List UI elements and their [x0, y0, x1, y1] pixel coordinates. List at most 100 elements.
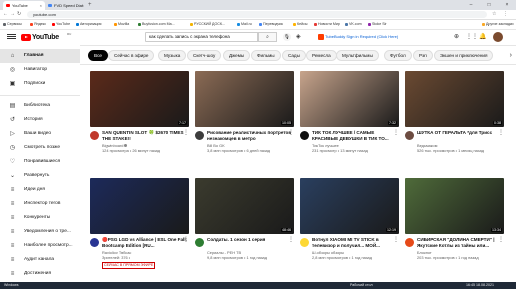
- search-button[interactable]: ⌕: [258, 32, 277, 42]
- sidebar-item-playlist[interactable]: ≡ Достижения: [0, 267, 80, 281]
- channel-avatar[interactable]: [90, 238, 99, 247]
- chip[interactable]: Сейчас в эфире: [108, 50, 155, 61]
- sidebar-item-playlist[interactable]: ≡ Конкуренты: [0, 211, 80, 225]
- chip[interactable]: Футбол: [384, 50, 412, 61]
- video-title[interactable]: Солдаты. 1 сезон 1 серия: [207, 237, 293, 243]
- chip[interactable]: Сады: [282, 50, 306, 61]
- video-title[interactable]: ШУТКА ОТ ГЕРАЛЬТА *для Трисс: [417, 130, 503, 136]
- video-thumbnail[interactable]: 10:05: [195, 71, 294, 127]
- bookmark-item[interactable]: Новости Мир: [314, 21, 340, 28]
- sidebar-item-playlist[interactable]: ≡ Инспектор тегов: [0, 197, 80, 211]
- bookmark-item[interactable]: Mail.ru: [237, 21, 252, 28]
- chevron-right-icon[interactable]: ›: [510, 50, 512, 61]
- channel-avatar[interactable]: [90, 131, 99, 140]
- video-card[interactable]: 7:17 SAN QUENTIN SLOT 🍀 $2670 TIMES THE …: [90, 71, 189, 179]
- chip[interactable]: Музыка: [158, 50, 187, 61]
- close-tab-icon[interactable]: ×: [82, 1, 84, 10]
- more-options-icon[interactable]: ⋮: [393, 130, 399, 136]
- minimize-window-icon[interactable]: –: [462, 0, 480, 10]
- sidebar-item-subscriptions[interactable]: ▣ Подписки: [0, 77, 80, 91]
- browser-tab-youtube[interactable]: YouTube ×: [3, 1, 45, 10]
- channel-avatar[interactable]: [300, 238, 309, 247]
- more-options-icon[interactable]: ⋮: [288, 130, 294, 136]
- more-options-icon[interactable]: ⋮: [288, 237, 294, 243]
- sidebar-item-library[interactable]: ▤ Библиотека: [0, 99, 80, 113]
- chip[interactable]: Экшен и приключения: [434, 50, 494, 61]
- bookmark-item[interactable]: Stoke Sir: [368, 21, 387, 28]
- bookmark-item[interactable]: Авторизация: [76, 21, 102, 28]
- more-options-icon[interactable]: ⋮: [498, 130, 504, 136]
- video-card[interactable]: 13:34 СИБИРСКАЯ "ДОЛИНА СМЕРТИ" | Якутск…: [405, 178, 504, 286]
- video-title[interactable]: СИБИРСКАЯ "ДОЛИНА СМЕРТИ" | Якутские Кот…: [417, 237, 503, 248]
- sidebar-item-playlist[interactable]: ≡ Идеи дня: [0, 183, 80, 197]
- sidebar-item-expand[interactable]: ⌄ Развернуть: [0, 169, 80, 183]
- close-tab-icon[interactable]: ×: [40, 1, 42, 10]
- video-title[interactable]: ТИК ТОК ЛУЧШЕЕ / САМЫЕ КРАСИВЫЕ ДЕВУШКИ …: [312, 130, 398, 141]
- bookmark-item[interactable]: Переводчик: [259, 21, 283, 28]
- video-card[interactable]: 0:38 ШУТКА ОТ ГЕРАЛЬТА *для Трисс Ведьма…: [405, 71, 504, 179]
- back-icon[interactable]: ←: [3, 11, 8, 18]
- sidebar-item-liked[interactable]: ♡ Понравившиеся: [0, 155, 80, 169]
- tubebuddy-signin-link[interactable]: TubeBuddy Sign in Required (Click Here): [318, 32, 398, 42]
- video-title[interactable]: Рисование реалистичных портретов незнако…: [207, 130, 293, 141]
- channel-avatar[interactable]: [195, 131, 204, 140]
- start-button[interactable]: Windows: [4, 282, 19, 289]
- chip[interactable]: Скетч-шоу: [187, 50, 222, 61]
- video-title[interactable]: SAN QUENTIN SLOT 🍀 $2670 TIMES THE STAKE…: [102, 130, 188, 141]
- bookmark-item[interactable]: Яндекс: [30, 21, 46, 28]
- video-title[interactable]: Вотнул XIAOMI MI TV STICK в телевизор и …: [312, 237, 398, 248]
- video-thumbnail[interactable]: 7:17: [90, 71, 189, 127]
- channel-avatar[interactable]: [300, 131, 309, 140]
- chip[interactable]: Фильмы: [251, 50, 281, 61]
- sidebar-item-playlist[interactable]: ≡ Наиболее просмотр...: [0, 239, 80, 253]
- chip-all[interactable]: Все: [88, 50, 108, 61]
- sidebar-item-history[interactable]: ↺ История: [0, 113, 80, 127]
- video-card[interactable]: 48:46 Солдаты. 1 сезон 1 серия Сериалы -…: [195, 178, 294, 286]
- bookmark-item[interactable]: Кейсы: [293, 21, 307, 28]
- close-window-icon[interactable]: ×: [498, 0, 516, 10]
- video-card[interactable]: 10:05 Рисование реалистичных портретов н…: [195, 71, 294, 179]
- channel-avatar[interactable]: [405, 238, 414, 247]
- more-options-icon[interactable]: ⋮: [498, 237, 504, 243]
- forward-icon[interactable]: →: [10, 11, 15, 18]
- sidebar-item-your-videos[interactable]: ▷ Ваши видео: [0, 127, 80, 141]
- video-thumbnail[interactable]: 0:38: [405, 71, 504, 127]
- new-tab-button[interactable]: +: [88, 1, 92, 9]
- sidebar-item-home[interactable]: ⌂ Главная: [0, 49, 80, 63]
- browser-tab-speed-dial[interactable]: FVD Speed Dial ×: [45, 1, 87, 10]
- bookmark-item[interactable]: Mozilla: [114, 21, 129, 28]
- apps-icon[interactable]: ⋮⋮: [466, 33, 478, 41]
- chip[interactable]: Мультфильмы: [336, 50, 379, 61]
- video-thumbnail[interactable]: [90, 178, 189, 234]
- more-options-icon[interactable]: ⋮: [393, 237, 399, 243]
- browser-menu-icon[interactable]: ⋮: [503, 11, 508, 18]
- star-icon[interactable]: ☆: [492, 11, 496, 18]
- video-title[interactable]: 🔴PSG LGD vs Alliance | ESL One Fall: Boo…: [102, 237, 188, 248]
- url-field[interactable]: youtube.com: [27, 11, 487, 18]
- video-thumbnail[interactable]: 7:32: [300, 71, 399, 127]
- desktop-toolbar[interactable]: Рабочий стол: [350, 282, 373, 289]
- video-thumbnail[interactable]: 48:46: [195, 178, 294, 234]
- avatar[interactable]: [493, 32, 503, 42]
- bookmark-item[interactable]: Другие закладки: [482, 21, 514, 28]
- bookmark-item[interactable]: Сервисы: [3, 21, 22, 28]
- search-input[interactable]: как сделать запись с экрана телефона: [145, 32, 258, 42]
- sidebar-item-watch-later[interactable]: ◷ Смотреть позже: [0, 141, 80, 155]
- sidebar-item-playlist[interactable]: ≡ Аудит канала: [0, 253, 80, 267]
- video-thumbnail[interactable]: 12:19: [300, 178, 399, 234]
- chip[interactable]: Ремесла: [306, 50, 337, 61]
- chip[interactable]: Рэп: [413, 50, 433, 61]
- maximize-window-icon[interactable]: □: [480, 0, 498, 10]
- video-card[interactable]: 12:19 Вотнул XIAOMI MI TV STICK в телеви…: [300, 178, 399, 286]
- reload-icon[interactable]: ↻: [17, 11, 21, 18]
- channel-avatar[interactable]: [195, 238, 204, 247]
- bookmark-item[interactable]: YouTube: [52, 21, 70, 28]
- voice-search-icon[interactable]: 🎙: [283, 33, 291, 41]
- video-card[interactable]: 7:32 ТИК ТОК ЛУЧШЕЕ / САМЫЕ КРАСИВЫЕ ДЕВ…: [300, 71, 399, 179]
- bookmark-item[interactable]: Buyfusion.com Ма...: [138, 21, 175, 28]
- bookmark-item[interactable]: РУССКИЙ ДОСК...: [190, 21, 225, 28]
- bookmark-item[interactable]: VK.com: [345, 21, 362, 28]
- video-thumbnail[interactable]: 13:34: [405, 178, 504, 234]
- create-video-icon[interactable]: ⊕: [454, 33, 459, 41]
- menu-icon[interactable]: [7, 33, 16, 41]
